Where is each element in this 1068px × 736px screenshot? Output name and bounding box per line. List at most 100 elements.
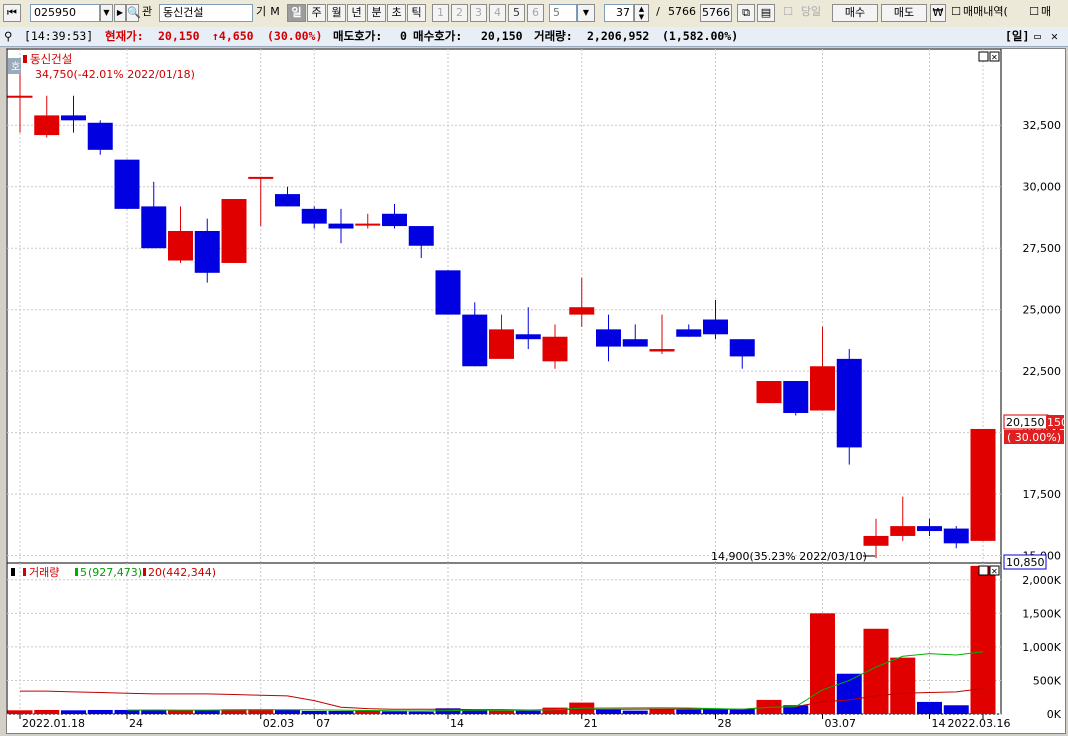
total-count-box[interactable]: 5766 — [700, 4, 732, 22]
candle-body — [783, 381, 809, 413]
total-separator: / — [656, 5, 660, 18]
price-panel-restore-icon[interactable] — [978, 51, 989, 62]
number-button-5[interactable]: 5 — [508, 4, 525, 22]
x-tick-label: 02.03 — [263, 717, 295, 730]
number-button-1[interactable]: 1 — [432, 4, 449, 22]
today-checkbox[interactable]: ☐ — [780, 4, 796, 22]
number-button-6[interactable]: 6 — [527, 4, 544, 22]
volume-bar — [489, 710, 514, 714]
chart-svg[interactable]: 32,50030,00027,50025,00022,50020,00017,5… — [6, 48, 1068, 733]
tab-period-tick[interactable]: 틱 — [407, 4, 426, 22]
min-price-annotation: 14,900(35.23% 2022/03/10) — [711, 550, 867, 563]
stock-code-dropdown-icon[interactable]: ▼ — [100, 4, 113, 22]
candle-body — [328, 223, 354, 229]
candle-body — [890, 526, 916, 536]
pin-icon[interactable]: ⚲ — [4, 29, 12, 44]
price-panel: 32,50030,00027,50025,00022,50020,00017,5… — [6, 48, 1068, 570]
candle-body — [703, 319, 728, 335]
play-icon[interactable]: ▶ — [114, 4, 126, 22]
count-input[interactable]: 37 — [604, 4, 634, 22]
candle-body — [61, 115, 86, 121]
volume-panel-restore-icon[interactable] — [978, 565, 989, 576]
x-axis: 2022.01.18 24 02.03 07 14 21 28 03.07 14 2022.03.… — [19, 714, 1010, 730]
volume-bar — [382, 711, 407, 714]
trade-history-checkbox[interactable]: ☐ — [948, 4, 964, 22]
candle-body — [756, 381, 782, 404]
price-tick-label: 32,500 — [1023, 119, 1062, 132]
candle-body — [569, 307, 595, 315]
interval-select[interactable]: 5 — [549, 4, 577, 22]
toolbar: ⏮ 025950 ▼ ▶ 🔍 관 동신건설 기 M 일 주 월 년 분 초 틱 … — [0, 0, 1068, 28]
ma20-legend-value: (442,344) — [162, 566, 216, 579]
candle-body — [970, 428, 996, 541]
tab-period-week[interactable]: 주 — [307, 4, 326, 22]
volume-tick-label: 500K — [1033, 674, 1062, 687]
stock-code-input[interactable]: 025950 — [30, 4, 100, 22]
volume-bar — [890, 657, 916, 714]
candle-body — [810, 366, 835, 411]
trade-history-checkbox-2[interactable]: ☐ — [1026, 4, 1042, 22]
current-price-label: 현재가: — [105, 29, 144, 43]
x-tick-label: 14 — [450, 717, 464, 730]
volume-bar — [301, 710, 327, 714]
last-price-label: 20,150 — [1006, 416, 1045, 429]
tab-period-minute[interactable]: 분 — [367, 4, 386, 22]
volume-bar — [596, 709, 621, 714]
candle-body — [836, 358, 862, 448]
volume-bar — [87, 709, 113, 714]
candle-body — [515, 334, 541, 340]
number-button-4[interactable]: 4 — [489, 4, 506, 22]
volume-label: 거래량: — [534, 29, 573, 43]
price-tick-label: 17,500 — [1023, 488, 1062, 501]
minimize-icon[interactable]: ▭ — [1034, 29, 1041, 44]
x-tick-label: 14 — [932, 717, 946, 730]
chart-settings-icon[interactable]: ⧉ — [737, 4, 755, 22]
m-button[interactable]: M — [268, 4, 282, 22]
volume-series-marker — [23, 568, 26, 576]
tab-period-month[interactable]: 월 — [327, 4, 346, 22]
trade-history-label-2: 매 — [1041, 5, 1052, 18]
search-icon[interactable]: 🔍 — [126, 4, 141, 22]
candle-body — [87, 122, 113, 150]
number-button-3[interactable]: 3 — [470, 4, 487, 22]
volume-tick-label: 1,000K — [1022, 641, 1061, 654]
volume-bar — [408, 711, 434, 714]
period-tag: [일] — [1005, 29, 1030, 43]
tab-period-second[interactable]: 초 — [387, 4, 406, 22]
close-icon[interactable]: ✕ — [1051, 29, 1058, 44]
volume-pct: (1,582.00%) — [662, 29, 739, 43]
price-change: ↑4,650 — [212, 29, 254, 43]
price-y-axis: 32,50030,00027,50025,00022,50020,00017,5… — [1023, 119, 1062, 562]
tab-period-day[interactable]: 일 — [287, 4, 306, 22]
today-label: 당일 — [800, 5, 822, 18]
trade-history-label: 매매내역( — [963, 5, 1008, 18]
volume-bar — [917, 701, 942, 714]
chart-type-toggle-label: 호 — [11, 61, 20, 73]
volume-tick-label: 2,000K — [1022, 574, 1061, 587]
price-info-bar: ⚲ [14:39:53] 현재가: 20,150 ↑4,650 (30.00%)… — [0, 27, 1068, 47]
chart-area: 32,50030,00027,50025,00022,50020,00017,5… — [6, 48, 1068, 734]
ma5-legend-value: (927,473) — [88, 566, 142, 579]
buy-button[interactable]: 매수 — [832, 4, 878, 22]
candle-body — [435, 270, 461, 315]
save-icon[interactable]: ▤ — [757, 4, 775, 22]
first-page-button[interactable]: ⏮ — [3, 4, 21, 22]
interval-dropdown-icon[interactable]: ▼ — [577, 4, 595, 22]
volume-bar — [7, 710, 33, 714]
ki-button[interactable]: 기 — [255, 4, 267, 22]
volume-bar — [676, 709, 702, 714]
volume-bar — [275, 709, 300, 714]
price-tick-label: 22,500 — [1023, 365, 1062, 378]
stock-name-field[interactable]: 동신건설 — [159, 4, 253, 22]
ma5-legend-name: 5 — [80, 566, 87, 579]
candle-body — [863, 535, 889, 546]
count-stepper-icon[interactable]: ▲ ▼ — [634, 4, 649, 22]
sell-button[interactable]: 매도 — [881, 4, 927, 22]
tab-period-year[interactable]: 년 — [347, 4, 366, 22]
bottom-price-label: 10,850 — [1006, 556, 1045, 569]
number-button-2[interactable]: 2 — [451, 4, 468, 22]
volume-bar — [168, 710, 193, 714]
won-button[interactable]: ₩ — [930, 4, 946, 22]
price-title-marker — [23, 55, 27, 63]
group-button[interactable]: 관 — [140, 4, 154, 22]
